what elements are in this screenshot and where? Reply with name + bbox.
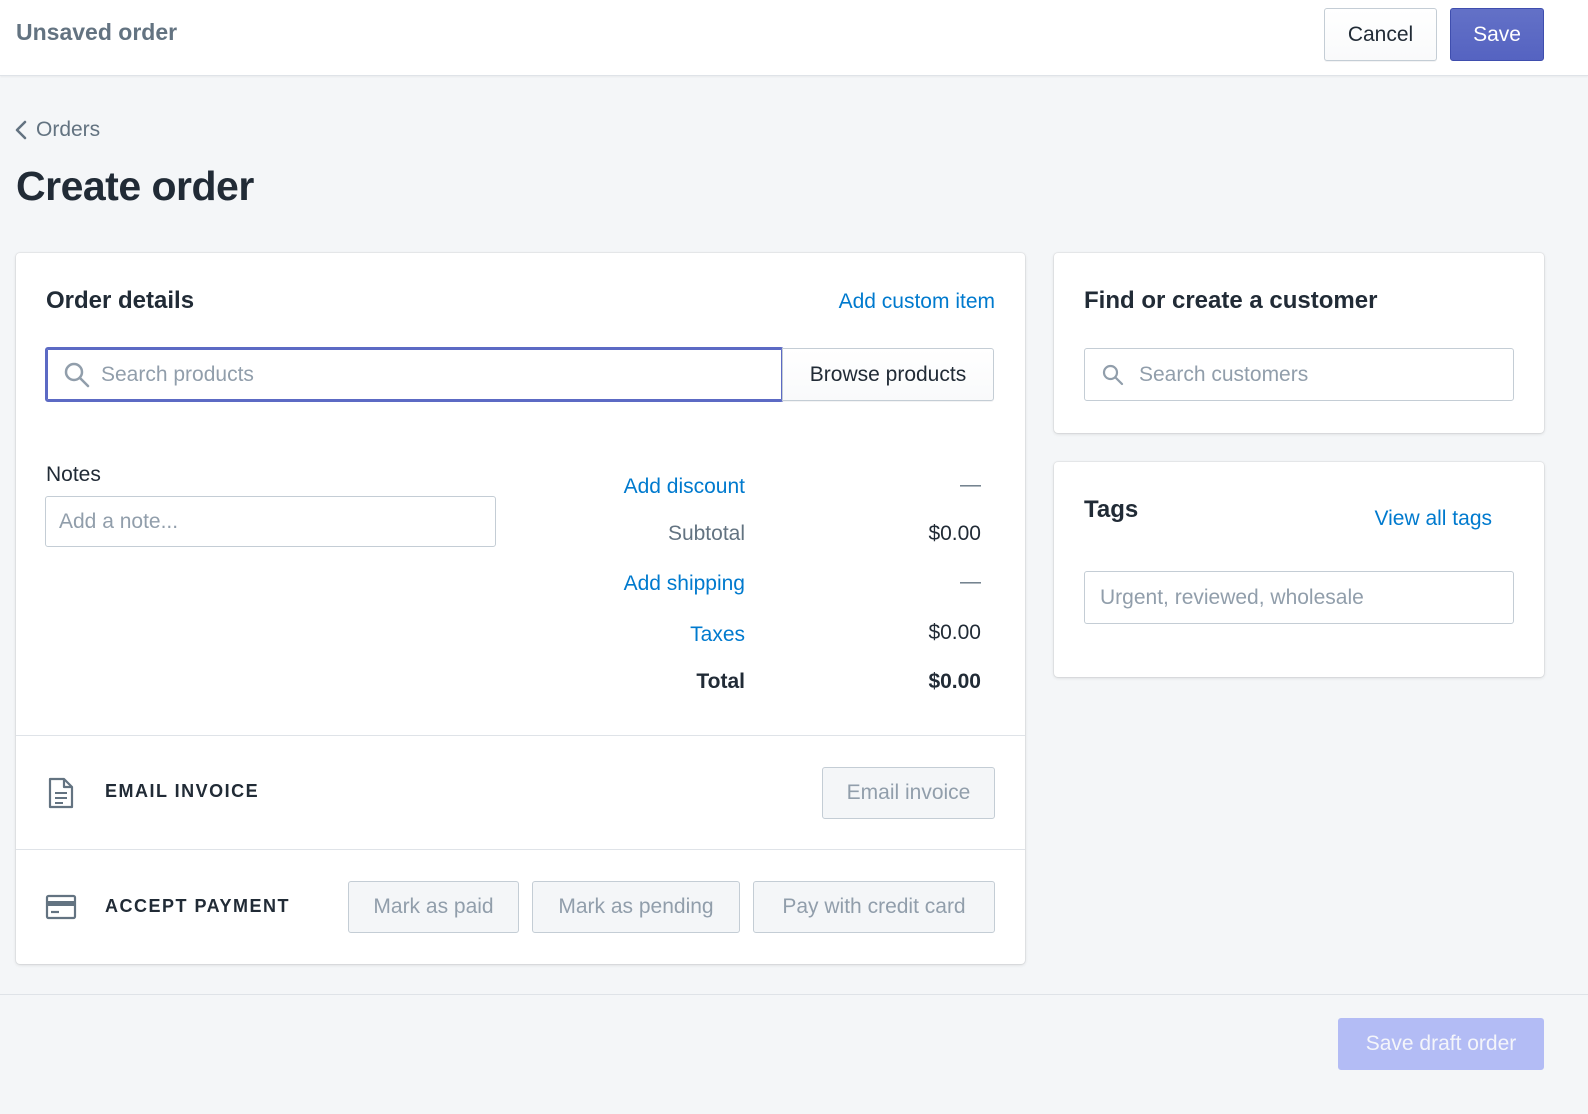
notes-input[interactable]	[59, 509, 495, 534]
save-draft-order-button[interactable]: Save draft order	[1338, 1018, 1544, 1070]
accept-payment-heading: ACCEPT PAYMENT	[105, 896, 291, 916]
browse-products-button[interactable]: Browse products	[782, 348, 994, 401]
search-icon	[1102, 364, 1124, 385]
breadcrumb-label: Orders	[36, 118, 101, 141]
mark-as-paid-button[interactable]: Mark as paid	[348, 881, 519, 933]
section-divider	[16, 735, 1025, 736]
credit-card-icon	[45, 894, 77, 920]
order-details-title: Order details	[46, 287, 195, 314]
search-customers-field[interactable]	[1084, 348, 1514, 401]
taxes-link[interactable]: Taxes	[690, 623, 745, 647]
top-bar-title: Unsaved order	[16, 19, 178, 45]
tags-title: Tags	[1084, 496, 1139, 523]
add-discount-link[interactable]: Add discount	[624, 475, 745, 499]
breadcrumb-orders[interactable]: Orders	[14, 118, 100, 142]
email-invoice-heading: EMAIL INVOICE	[105, 781, 260, 801]
notes-field[interactable]	[45, 496, 496, 547]
tags-input[interactable]	[1100, 585, 1513, 610]
email-invoice-button[interactable]: Email invoice	[822, 767, 995, 819]
pay-with-credit-card-button[interactable]: Pay with credit card	[753, 881, 995, 933]
chevron-left-icon	[15, 120, 27, 140]
tags-field[interactable]	[1084, 571, 1514, 624]
cancel-button[interactable]: Cancel	[1324, 8, 1437, 61]
taxes-value: $0.00	[928, 621, 981, 644]
total-label: Total	[696, 670, 745, 693]
search-products-input[interactable]	[101, 362, 782, 387]
search-products-field[interactable]	[45, 347, 784, 402]
customer-card-title: Find or create a customer	[1084, 287, 1378, 314]
top-bar: Unsaved order Cancel Save	[0, 0, 1588, 76]
total-value: $0.00	[928, 670, 981, 693]
order-details-card: Order details Add custom item Browse pro…	[16, 253, 1025, 964]
customer-card: Find or create a customer	[1054, 253, 1544, 433]
view-all-tags-link[interactable]: View all tags	[1374, 507, 1492, 531]
footer-divider	[0, 994, 1588, 995]
tags-card: Tags View all tags	[1054, 462, 1544, 677]
subtotal-label: Subtotal	[667, 522, 745, 545]
discount-value: —	[960, 473, 981, 496]
shipping-value: —	[960, 570, 981, 593]
search-customers-input[interactable]	[1139, 362, 1513, 387]
notes-label: Notes	[46, 463, 101, 486]
section-divider	[16, 849, 1025, 850]
add-custom-item-link[interactable]: Add custom item	[839, 290, 995, 314]
search-icon	[64, 362, 90, 387]
subtotal-value: $0.00	[928, 522, 981, 545]
page-title: Create order	[16, 163, 254, 209]
add-shipping-link[interactable]: Add shipping	[624, 572, 745, 596]
mark-as-pending-button[interactable]: Mark as pending	[532, 881, 740, 933]
save-button[interactable]: Save	[1450, 8, 1544, 61]
document-icon	[48, 777, 74, 809]
